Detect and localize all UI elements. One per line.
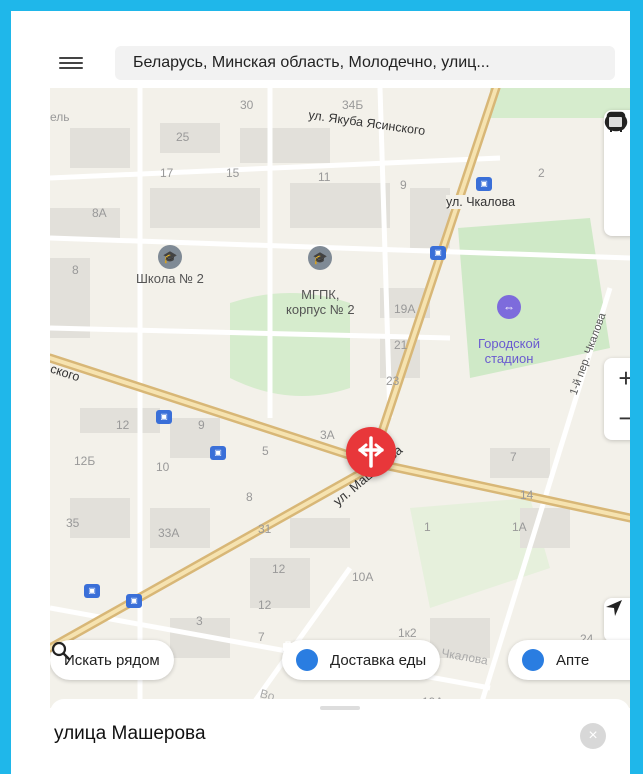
house-number: 17	[160, 166, 174, 180]
house-number: 9	[400, 178, 407, 192]
poi-label: Городской стадион	[478, 336, 540, 366]
house-number: 19А	[394, 302, 416, 316]
house-number: 31	[258, 522, 272, 536]
house-number: 15	[226, 166, 240, 180]
search-icon	[51, 641, 71, 661]
chip-label: Искать рядом	[64, 651, 160, 669]
place-title: улица Машерова	[54, 723, 206, 744]
street-label: ул. Чкалова	[446, 195, 516, 209]
poi-label: Школа № 2	[136, 271, 204, 286]
house-number: 5	[262, 444, 269, 458]
close-button[interactable]: ×	[580, 723, 606, 749]
chip-label: Апте	[556, 651, 590, 669]
search-address-field[interactable]: Беларусь, Минская область, Молодечно, ул…	[115, 46, 615, 80]
house-number: ель	[50, 110, 70, 124]
phone-screen: Беларусь, Минская область, Молодечно, ул…	[11, 11, 630, 774]
poi-school[interactable]: 🎓 Школа № 2	[136, 245, 204, 286]
bus-stop-icon[interactable]: ▣	[84, 584, 100, 598]
map-layer-controls	[604, 110, 630, 236]
poi-label: МГПК, корпус № 2	[286, 287, 355, 317]
house-number: 11	[318, 170, 331, 184]
top-bar: Беларусь, Минская область, Молодечно, ул…	[11, 44, 630, 84]
chip-label: Доставка еды	[330, 651, 427, 669]
map-mode-button[interactable]	[604, 115, 630, 230]
stadium-icon: ⇔	[497, 295, 521, 319]
house-number: 30	[240, 98, 254, 112]
bus-stop-icon[interactable]: ▣	[156, 410, 172, 424]
place-card[interactable]: улица Машерова ×	[50, 699, 630, 774]
house-number: 2	[538, 166, 545, 180]
bus-stop-icon[interactable]: ▣	[476, 177, 492, 191]
bus-stop-icon[interactable]: ▣	[430, 246, 446, 260]
food-delivery-chip[interactable]: Доставка еды	[282, 640, 441, 680]
house-number: 8А	[92, 206, 107, 220]
square-icon	[607, 115, 624, 129]
zoom-in-button[interactable]: +	[604, 358, 630, 398]
house-number: 10	[156, 460, 170, 474]
house-number: 7	[510, 450, 517, 464]
house-number: 3А	[320, 428, 335, 442]
house-number: 12Б	[74, 454, 96, 468]
house-number: 8	[72, 263, 79, 277]
house-number: 35	[66, 516, 80, 530]
house-number: 1	[424, 520, 431, 534]
house-number: 12	[258, 598, 272, 612]
bus-stop-icon[interactable]: ▣	[210, 446, 226, 460]
house-number: 12	[116, 418, 130, 432]
zoom-controls: + −	[604, 358, 630, 440]
house-number: 12	[272, 562, 286, 576]
transport-button[interactable]	[604, 111, 630, 190]
house-number: 21	[394, 338, 408, 352]
drag-handle[interactable]	[320, 706, 360, 710]
menu-icon[interactable]	[59, 54, 83, 72]
bus-stop-icon[interactable]: ▣	[126, 594, 142, 608]
house-number: 14	[520, 488, 534, 502]
zoom-out-button[interactable]: −	[604, 398, 630, 438]
house-number: 7	[258, 630, 265, 644]
house-number: 8	[246, 490, 253, 504]
pharmacy-chip[interactable]: Апте	[508, 640, 630, 680]
map-canvas	[50, 88, 630, 708]
house-number: 9	[198, 418, 205, 432]
house-number: 33А	[158, 526, 180, 540]
house-number: 10А	[352, 570, 374, 584]
house-number: 1А	[512, 520, 527, 534]
house-number: 1к2	[398, 626, 417, 640]
shopping-bag-icon	[283, 641, 318, 671]
school-icon: 🎓	[308, 246, 333, 270]
house-number: 34Б	[342, 98, 364, 112]
poi-college[interactable]: 🎓 МГПК, корпус № 2	[286, 231, 355, 332]
poi-stadium[interactable]: ⇔ Городской стадион	[478, 280, 540, 381]
location-pin-icon[interactable]	[346, 427, 396, 477]
house-number: 3	[196, 614, 203, 628]
my-location-button[interactable]	[604, 598, 630, 642]
pill-icon	[509, 641, 544, 671]
school-icon: 🎓	[157, 245, 182, 269]
house-number: 23	[386, 374, 400, 388]
house-number: 25	[176, 130, 190, 144]
search-nearby-chip[interactable]: Искать рядом	[50, 640, 174, 680]
navigation-arrow-icon	[606, 600, 622, 616]
map-view[interactable]: ул. Якуба Ясинского ул. Чкалова ул. Маше…	[50, 88, 630, 708]
